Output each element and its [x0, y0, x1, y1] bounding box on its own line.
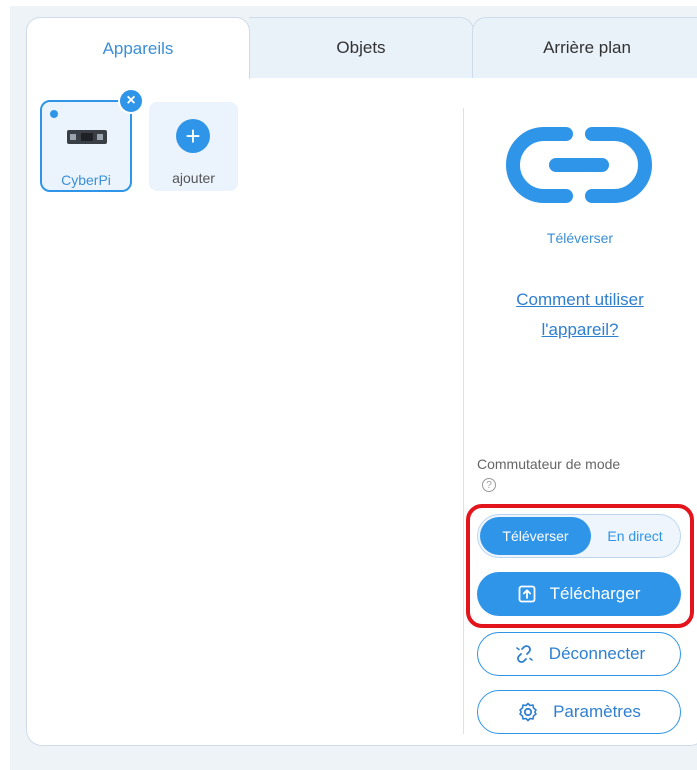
download-button[interactable]: Télécharger: [477, 572, 681, 616]
mode-switch-label: Commutateur de mode: [477, 456, 621, 472]
cyberpi-device-icon: [67, 130, 107, 144]
mode-upload-option[interactable]: Téléverser: [480, 517, 591, 555]
close-icon[interactable]: ×: [118, 88, 144, 114]
help-link-line1: Comment utiliser: [516, 290, 644, 309]
connected-dot: [50, 110, 58, 118]
mode-live-option[interactable]: En direct: [591, 517, 679, 555]
add-label: ajouter: [172, 170, 215, 186]
tab-devices-label: Appareils: [102, 38, 174, 58]
tab-background[interactable]: Arrière plan: [472, 17, 697, 79]
upload-icon: [518, 585, 536, 603]
device-label: CyberPi: [61, 172, 111, 188]
settings-label: Paramètres: [553, 702, 641, 721]
settings-button[interactable]: Paramètres: [477, 690, 681, 734]
disconnect-label: Déconnecter: [548, 644, 646, 663]
tab-sprites[interactable]: Objets: [249, 17, 474, 79]
tab-bar: Appareils Objets Arrière plan: [26, 17, 697, 79]
mode-toggle: Téléverser En direct: [477, 514, 681, 558]
tab-sprites-label: Objets: [336, 38, 386, 57]
tab-background-label: Arrière plan: [543, 38, 631, 57]
disconnect-icon: [515, 645, 533, 663]
tab-devices[interactable]: Appareils: [26, 17, 250, 79]
disconnect-button[interactable]: Déconnecter: [477, 632, 681, 676]
link-icon: [506, 127, 652, 203]
help-icon[interactable]: ?: [482, 478, 496, 492]
mode-caption: Téléverser: [546, 230, 614, 246]
add-device-button[interactable]: + ajouter: [149, 102, 238, 191]
device-help-link[interactable]: Comment utiliser l'appareil?: [490, 285, 670, 345]
gear-icon: [519, 702, 537, 722]
vertical-divider: [463, 108, 464, 734]
plus-icon: +: [176, 119, 210, 153]
device-card-cyberpi[interactable]: CyberPi: [40, 100, 132, 192]
download-label: Télécharger: [549, 584, 641, 603]
help-link-line2: l'appareil?: [541, 320, 619, 339]
